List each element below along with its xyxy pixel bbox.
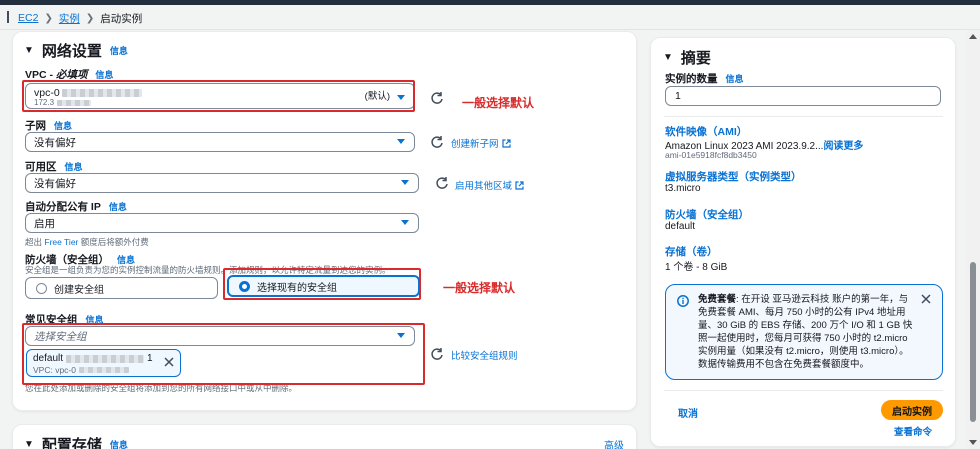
annotation-text-vpc: 一般选择默认 — [462, 96, 535, 110]
page-scrollbar[interactable] — [966, 30, 980, 449]
radio-create-security-group[interactable]: 创建安全组 — [25, 277, 218, 299]
ami-id: ami-01e5918fcf8db3450 — [665, 150, 757, 160]
summary-header[interactable]: ▼ 摘要 — [663, 47, 711, 68]
network-info-link[interactable]: 信息 — [110, 44, 128, 57]
instance-count-label: 实例的数量 信息 — [665, 72, 744, 85]
subnet-select[interactable]: 没有偏好 — [25, 132, 415, 152]
network-settings-header[interactable]: ▼ 网络设置 信息 — [24, 40, 128, 61]
chevron-right-icon: ❯ — [85, 12, 95, 24]
caret-down-icon — [401, 180, 409, 185]
create-subnet-link[interactable]: 创建新子网 — [451, 136, 511, 150]
external-link-icon — [515, 180, 524, 190]
subnet-label: 子网 信息 — [25, 119, 73, 132]
storage-summary-link[interactable]: 存储（卷） — [665, 244, 718, 259]
scroll-down-icon[interactable] — [969, 440, 977, 445]
az-label: 可用区 信息 — [25, 160, 83, 173]
public-ip-label: 自动分配公有 IP 信息 — [25, 200, 127, 213]
az-value: 没有偏好 — [34, 177, 76, 190]
firewall-summary-value: default — [665, 221, 696, 232]
free-tier-link[interactable]: Free Tier — [44, 237, 78, 247]
instance-count-info-link[interactable]: 信息 — [726, 72, 744, 85]
breadcrumb-divider — [0, 29, 980, 30]
storage-title: 配置存储 — [41, 437, 102, 449]
instance-type-link[interactable]: 虚拟服务器类型（实例类型） — [665, 169, 802, 184]
public-ip-value: 启用 — [34, 217, 55, 230]
caret-down-icon: ▼ — [24, 45, 34, 56]
breadcrumb-instances-link[interactable]: 实例 — [59, 11, 80, 26]
breadcrumb-ec2-link[interactable]: EC2 — [18, 12, 38, 24]
az-select[interactable]: 没有偏好 — [25, 173, 419, 193]
scrollbar-thumb[interactable] — [970, 262, 976, 422]
chevron-right-icon: ❯ — [44, 12, 53, 24]
network-settings-title: 网络设置 — [41, 43, 102, 60]
instance-count-input[interactable]: 1 — [665, 86, 941, 106]
top-nav-bar — [0, 0, 980, 5]
caret-down-icon — [397, 139, 405, 144]
cancel-button[interactable]: 取消 — [678, 405, 698, 420]
scroll-up-icon[interactable] — [969, 34, 977, 39]
annotation-box-firewall — [223, 268, 421, 300]
caret-down-icon: ▼ — [24, 439, 34, 449]
info-circle-icon — [677, 295, 689, 307]
launch-instance-button[interactable]: 启动实例 — [881, 400, 943, 420]
free-tier-alert: 免费套餐: 在开设 亚马逊云科技 账户的第一年，与免费套餐 AMI、每月 750… — [665, 284, 943, 380]
refresh-icon[interactable] — [435, 176, 449, 190]
instance-type-value: t3.micro — [665, 183, 701, 194]
storage-panel: ▼ 配置存储 信息 高级 — [12, 424, 637, 449]
annotation-box-vpc — [22, 80, 415, 112]
divider — [664, 116, 943, 117]
firewall-summary-link[interactable]: 防火墙（安全组） — [665, 207, 749, 222]
annotation-text-firewall: 一般选择默认 — [443, 281, 516, 295]
summary-title: 摘要 — [680, 50, 711, 67]
annotation-box-security-group — [22, 323, 425, 385]
enable-regions-link[interactable]: 启用其他区域 — [455, 178, 524, 192]
summary-panel: ▼ 摘要 实例的数量 信息 1 软件映像（AMI） Amazon Linux 2… — [650, 37, 956, 447]
close-icon[interactable] — [921, 294, 931, 304]
preview-commands-link[interactable]: 查看命令 — [894, 424, 932, 438]
storage-info-link[interactable]: 信息 — [110, 438, 128, 449]
refresh-icon[interactable] — [430, 91, 444, 105]
caret-down-icon: ▼ — [663, 52, 673, 63]
storage-advanced-link[interactable]: 高级 — [604, 437, 624, 449]
refresh-icon[interactable] — [430, 135, 444, 149]
subnet-value: 没有偏好 — [34, 136, 76, 149]
storage-summary-value: 1 个卷 - 8 GiB — [665, 262, 728, 273]
ami-read-more-link[interactable]: 阅读更多 — [823, 141, 863, 152]
breadcrumb-current: 启动实例 — [100, 12, 143, 25]
breadcrumb: EC2 ❯ 实例 ❯ 启动实例 — [18, 11, 142, 25]
subnet-info-link[interactable]: 信息 — [54, 119, 72, 132]
divider — [664, 390, 943, 391]
az-info-link[interactable]: 信息 — [65, 160, 83, 173]
public-ip-note: 超出 Free Tier 额度后将额外付费 — [25, 237, 149, 247]
storage-header[interactable]: ▼ 配置存储 信息 — [24, 434, 128, 449]
sidebar-toggle-icon[interactable] — [7, 11, 13, 23]
public-ip-select[interactable]: 启用 — [25, 213, 419, 233]
radio-circle-icon — [36, 282, 47, 294]
caret-down-icon — [401, 220, 409, 225]
public-ip-info-link[interactable]: 信息 — [109, 200, 127, 213]
refresh-icon[interactable] — [430, 347, 444, 361]
external-link-icon — [501, 138, 511, 148]
compare-sg-rules-link[interactable]: 比较安全组规则 — [451, 348, 518, 362]
